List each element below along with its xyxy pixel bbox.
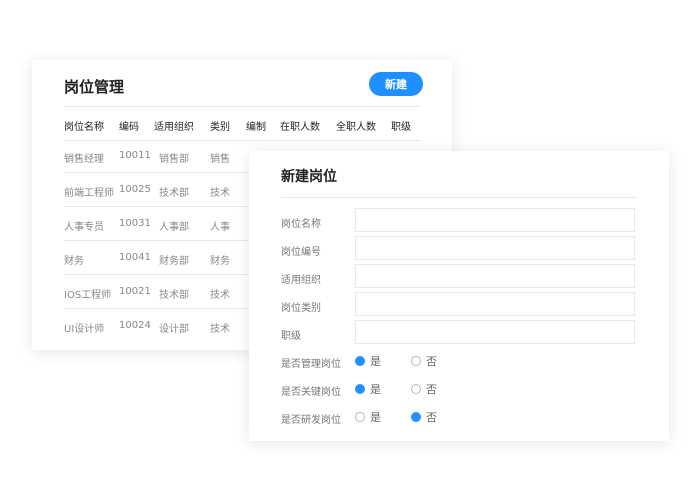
cell-position-name: 财务: [64, 256, 84, 267]
radio-group-label: 是否关键岗位: [281, 387, 341, 398]
cell-category: 销售: [210, 154, 230, 165]
radio-group-label: 是否研发岗位: [281, 415, 341, 426]
field-label-rank: 职级: [281, 331, 301, 342]
rank-input[interactable]: [355, 320, 635, 344]
header-code: 编码: [119, 122, 139, 133]
cell-code: 10041: [119, 252, 151, 263]
cell-category: 技术: [210, 290, 230, 301]
radio-option-label: 否: [426, 355, 437, 368]
radio-option-label: 是: [370, 383, 381, 396]
header-position-name: 岗位名称: [64, 122, 104, 133]
radio-option-no[interactable]: 否: [411, 353, 437, 369]
field-label-position-number: 岗位编号: [281, 247, 321, 258]
field-label-category: 岗位类别: [281, 303, 321, 314]
cell-organization: 财务部: [159, 256, 189, 267]
cell-position-name: 人事专员: [64, 222, 104, 233]
cell-position-name: IOS工程师: [64, 290, 112, 301]
organization-input[interactable]: [355, 264, 635, 288]
divider: [64, 106, 420, 107]
header-employed: 在职人数: [280, 122, 320, 133]
radio-checked-icon: [355, 384, 365, 394]
cell-category: 财务: [210, 256, 230, 267]
cell-organization: 人事部: [159, 222, 189, 233]
radio-unchecked-icon: [411, 356, 421, 366]
field-label-organization: 适用组织: [281, 275, 321, 286]
cell-organization: 技术部: [159, 290, 189, 301]
header-fulltime: 全职人数: [336, 122, 376, 133]
radio-option-label: 是: [370, 411, 381, 424]
radio-option-yes[interactable]: 是: [355, 381, 381, 397]
header-category: 类别: [210, 122, 230, 133]
cell-code: 10021: [119, 286, 151, 297]
category-input[interactable]: [355, 292, 635, 316]
radio-option-label: 否: [426, 383, 437, 396]
new-button[interactable]: 新建: [369, 72, 423, 96]
radio-option-no[interactable]: 否: [411, 381, 437, 397]
cell-organization: 技术部: [159, 188, 189, 199]
position-number-input[interactable]: [355, 236, 635, 260]
form-divider: [281, 197, 637, 198]
field-label-position-name: 岗位名称: [281, 219, 321, 230]
cell-organization: 销售部: [159, 154, 189, 165]
cell-organization: 设计部: [159, 324, 189, 335]
cell-code: 10031: [119, 218, 151, 229]
radio-option-no[interactable]: 否: [411, 409, 437, 425]
cell-position-name: 前端工程师: [64, 188, 114, 199]
header-divider: [64, 140, 420, 141]
radio-checked-icon: [355, 356, 365, 366]
cell-position-name: UI设计师: [64, 324, 105, 335]
header-organization: 适用组织: [154, 122, 194, 133]
radio-option-yes[interactable]: 是: [355, 409, 381, 425]
radio-option-label: 否: [426, 411, 437, 424]
radio-unchecked-icon: [411, 384, 421, 394]
cell-category: 技术: [210, 324, 230, 335]
header-rank: 职级: [391, 122, 411, 133]
radio-group-label: 是否管理岗位: [281, 359, 341, 370]
cell-category: 人事: [210, 222, 230, 233]
cell-code: 10025: [119, 184, 151, 195]
page-title: 岗位管理: [64, 78, 125, 96]
radio-unchecked-icon: [355, 412, 365, 422]
form-title: 新建岗位: [281, 169, 337, 185]
cell-category: 技术: [210, 188, 230, 199]
cell-code: 10024: [119, 320, 151, 331]
position-name-input[interactable]: [355, 208, 635, 232]
radio-option-label: 是: [370, 355, 381, 368]
radio-option-yes[interactable]: 是: [355, 353, 381, 369]
radio-checked-icon: [411, 412, 421, 422]
header-headcount: 编制: [246, 122, 266, 133]
cell-code: 10011: [119, 150, 151, 161]
new-position-form: 新建岗位 岗位名称 岗位编号 适用组织 岗位类别 职级 是否管理岗位是否是否关键…: [249, 151, 669, 441]
cell-position-name: 销售经理: [64, 154, 104, 165]
